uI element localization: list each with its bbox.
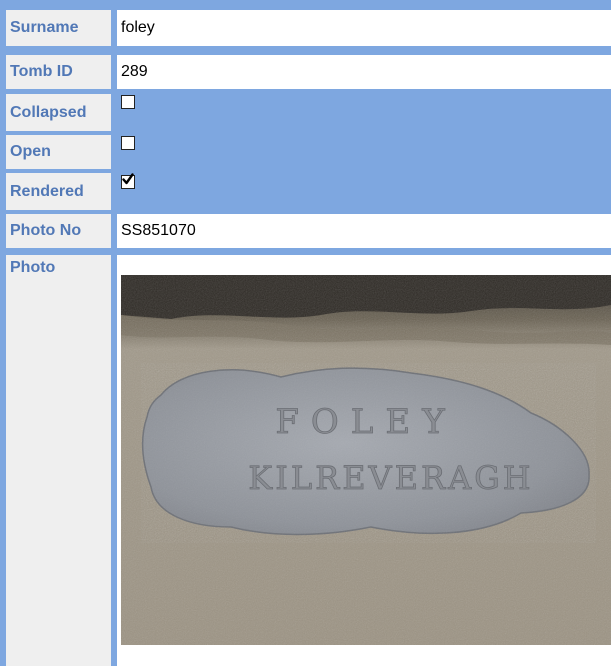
surname-field[interactable]: foley — [117, 10, 611, 46]
collapsed-checkbox[interactable] — [121, 95, 135, 109]
tomb-id-field[interactable]: 289 — [117, 55, 611, 89]
photo-no-label: Photo No — [6, 214, 111, 248]
photo-label: Photo — [6, 255, 111, 666]
rendered-checkbox[interactable] — [121, 173, 135, 189]
tomb-id-label: Tomb ID — [6, 55, 111, 89]
plaque-inscription-line2: KILREVERAGH — [248, 459, 533, 497]
tomb-plaque-photo: FOLEY KILREVERAGH — [121, 275, 611, 645]
plaque-inscription-line1: FOLEY — [275, 402, 456, 442]
open-checkbox[interactable] — [121, 136, 135, 150]
surname-label: Surname — [6, 10, 111, 46]
photo-no-field[interactable]: SS851070 — [117, 214, 611, 248]
rendered-label: Rendered — [6, 173, 111, 210]
tomb-photo: FOLEY KILREVERAGH — [121, 275, 611, 645]
tomb-record-form: Surname foley Tomb ID 289 Collapsed Open… — [0, 0, 611, 666]
photo-container: FOLEY KILREVERAGH — [117, 255, 611, 666]
open-label: Open — [6, 135, 111, 169]
checkmark-icon — [122, 173, 134, 185]
collapsed-label: Collapsed — [6, 94, 111, 131]
